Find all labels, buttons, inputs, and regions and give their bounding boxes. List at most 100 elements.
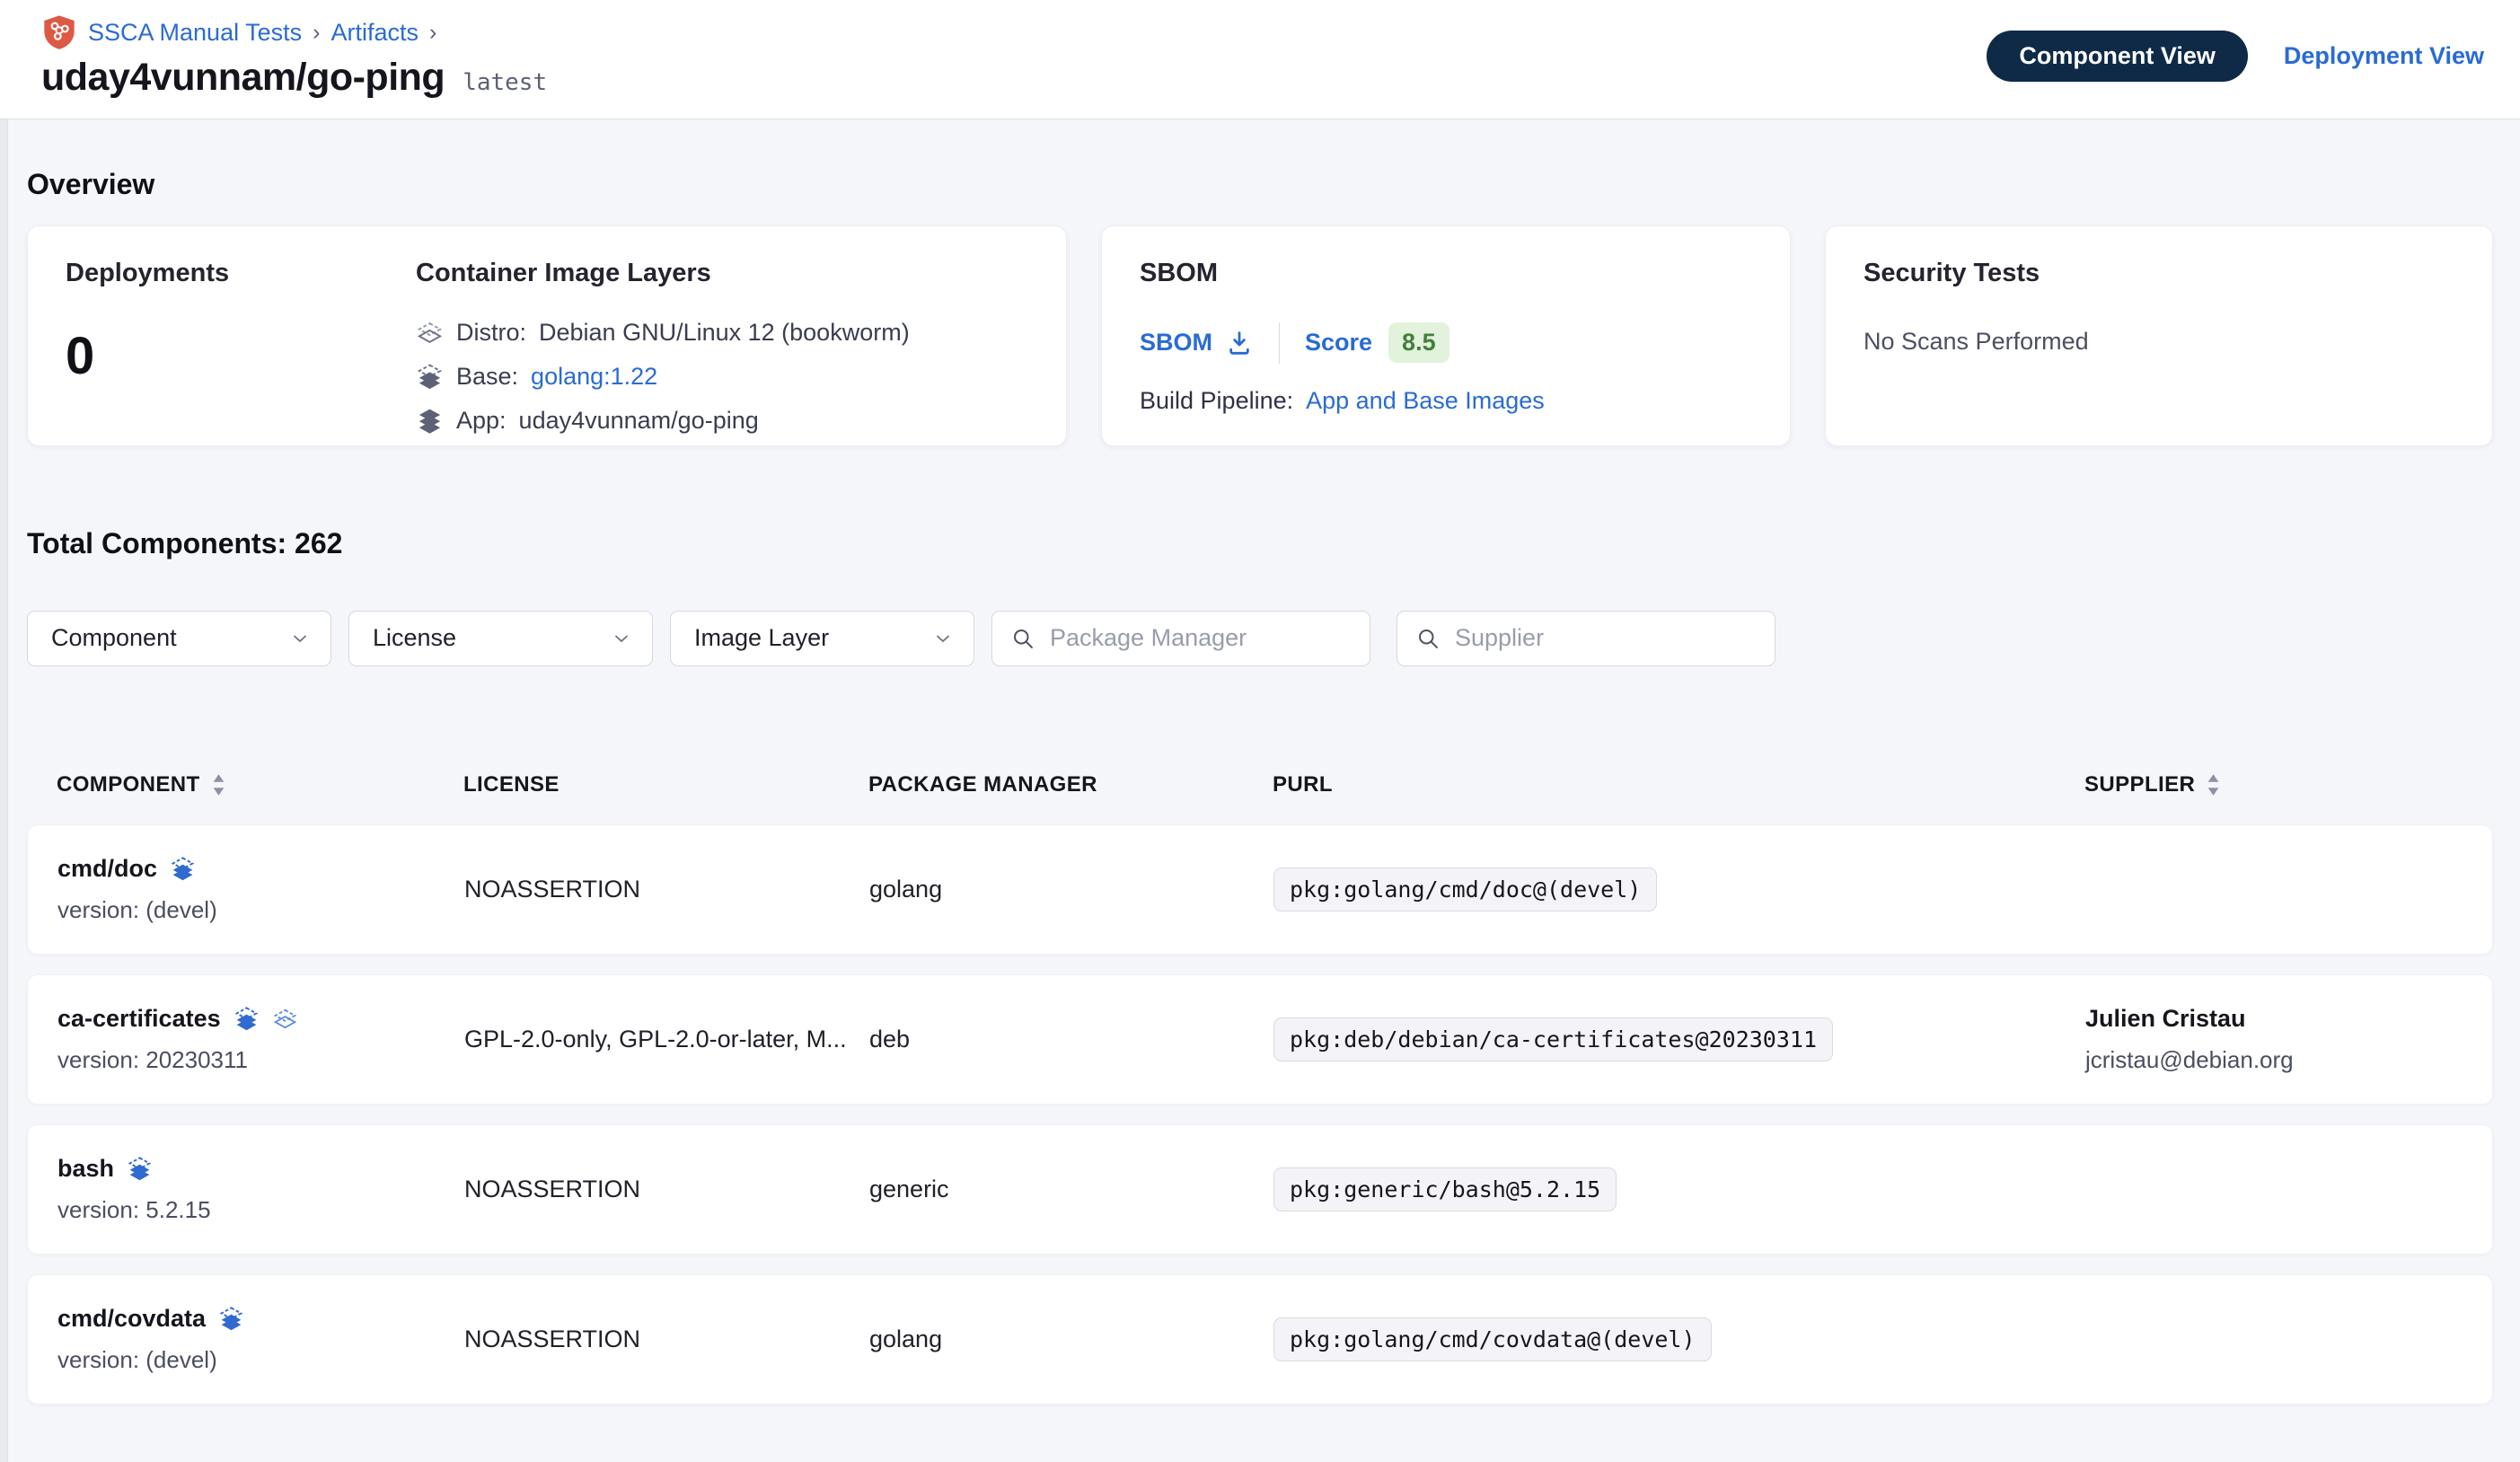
- overview-cards: Deployments 0 Container Image Layers Dis…: [27, 225, 2493, 446]
- table-row[interactable]: ca-certificates version: 20230311 GPL-2.…: [27, 974, 2493, 1105]
- container-image-layers-section: Container Image Layers Distro: Debian GN…: [416, 259, 1028, 413]
- image-layer-filter-label: Image Layer: [694, 624, 829, 652]
- sbom-score-badge: 8.5: [1388, 322, 1449, 363]
- package-manager-cell: golang: [869, 1325, 1273, 1353]
- sbom-title: SBOM: [1140, 259, 1752, 288]
- supplier-header-label: SUPPLIER: [2084, 772, 2195, 797]
- total-components-heading: Total Components: 262: [27, 527, 2493, 560]
- deployments-layers-card: Deployments 0 Container Image Layers Dis…: [27, 225, 1067, 446]
- chevron-down-icon: [289, 628, 311, 649]
- breadcrumb-artifacts-link[interactable]: Artifacts: [330, 19, 419, 47]
- component-view-button[interactable]: Component View: [1987, 31, 2248, 82]
- app-value: uday4vunnam/go-ping: [519, 407, 759, 435]
- package-manager-header-label: PACKAGE MANAGER: [868, 772, 1097, 797]
- table-row[interactable]: bash version: 5.2.15 NOASSERTION generic…: [27, 1124, 2493, 1255]
- filters-bar: Component License Image Layer: [27, 611, 2493, 666]
- supplier-cell: Julien Cristau jcristau@debian.org: [2085, 1005, 2463, 1074]
- base-layers-icon: [416, 363, 444, 391]
- overview-heading: Overview: [27, 168, 2493, 201]
- search-icon: [1010, 626, 1035, 651]
- distro-layers-dashed-icon: [416, 319, 444, 347]
- component-cell: bash version: 5.2.15: [57, 1155, 464, 1224]
- breadcrumb-separator: ›: [313, 20, 320, 46]
- app-layer-item: App: uday4vunnam/go-ping: [416, 407, 1028, 435]
- ssca-shield-icon: [41, 14, 77, 50]
- image-layer-filter-dropdown[interactable]: Image Layer: [670, 611, 974, 666]
- package-manager-cell: generic: [869, 1176, 1273, 1203]
- component-name: bash: [57, 1155, 114, 1183]
- base-layer-item: Base: golang:1.22: [416, 363, 1028, 391]
- distro-layers-outline-icon: [272, 1006, 298, 1032]
- main-content: Overview Deployments 0 Container Image L…: [0, 168, 2520, 1405]
- license-cell: GPL-2.0-only, GPL-2.0-or-later, M...: [464, 1026, 869, 1053]
- page-header: SSCA Manual Tests › Artifacts › uday4vun…: [0, 0, 2520, 119]
- table-row[interactable]: cmd/doc version: (devel) NOASSERTION gol…: [27, 824, 2493, 955]
- app-layers-icon: [233, 1006, 260, 1032]
- build-pipeline-label: Build Pipeline:: [1140, 387, 1293, 415]
- chevron-down-icon: [611, 628, 632, 649]
- components-table-body: cmd/doc version: (devel) NOASSERTION gol…: [27, 824, 2493, 1405]
- deployments-label: Deployments: [66, 259, 416, 288]
- purl-chip: pkg:deb/debian/ca-certificates@20230311: [1273, 1017, 1833, 1061]
- component-name: cmd/covdata: [57, 1305, 206, 1333]
- purl-cell: pkg:deb/debian/ca-certificates@20230311: [1273, 1017, 2085, 1061]
- component-cell: cmd/covdata version: (devel): [57, 1305, 464, 1374]
- table-row[interactable]: cmd/covdata version: (devel) NOASSERTION…: [27, 1274, 2493, 1405]
- distro-label: Distro:: [456, 319, 526, 347]
- license-filter-label: License: [373, 624, 456, 652]
- distro-layer-item: Distro: Debian GNU/Linux 12 (bookworm): [416, 319, 1028, 347]
- purl-cell: pkg:generic/bash@5.2.15: [1273, 1167, 2085, 1211]
- deployments-count: 0: [66, 326, 416, 386]
- supplier-search-input[interactable]: [1453, 623, 1757, 653]
- component-version: version: 5.2.15: [57, 1196, 464, 1224]
- component-cell: ca-certificates version: 20230311: [57, 1005, 464, 1074]
- column-header-component[interactable]: COMPONENT: [57, 772, 463, 797]
- component-name: cmd/doc: [57, 855, 157, 883]
- page-title: uday4vunnam/go-ping: [41, 57, 445, 98]
- purl-chip: pkg:generic/bash@5.2.15: [1273, 1167, 1617, 1211]
- build-pipeline-link[interactable]: App and Base Images: [1306, 387, 1545, 415]
- license-header-label: LICENSE: [463, 772, 560, 797]
- column-header-license: LICENSE: [463, 772, 868, 797]
- download-icon: [1225, 329, 1254, 357]
- column-header-package-manager: PACKAGE MANAGER: [868, 772, 1273, 797]
- purl-chip: pkg:golang/cmd/doc@(devel): [1273, 868, 1657, 912]
- component-filter-dropdown[interactable]: Component: [27, 611, 331, 666]
- container-image-layers-title: Container Image Layers: [416, 259, 1028, 288]
- distro-value: Debian GNU/Linux 12 (bookworm): [539, 319, 910, 347]
- sbom-download-label: SBOM: [1140, 329, 1212, 357]
- package-manager-search-input[interactable]: [1048, 623, 1352, 653]
- license-filter-dropdown[interactable]: License: [348, 611, 653, 666]
- app-layers-icon: [170, 856, 196, 882]
- sort-icon[interactable]: [211, 773, 226, 797]
- app-layers-icon: [127, 1156, 153, 1182]
- search-icon: [1415, 626, 1441, 651]
- build-pipeline-row: Build Pipeline: App and Base Images: [1140, 387, 1752, 415]
- security-tests-card: Security Tests No Scans Performed: [1825, 225, 2493, 446]
- component-version: version: 20230311: [57, 1046, 464, 1074]
- sort-icon[interactable]: [2206, 773, 2221, 797]
- artifact-tag: latest: [463, 69, 547, 96]
- column-header-supplier[interactable]: SUPPLIER: [2084, 772, 2463, 797]
- divider: [1279, 322, 1280, 364]
- purl-cell: pkg:golang/cmd/doc@(devel): [1273, 868, 2085, 912]
- license-cell: NOASSERTION: [464, 876, 869, 903]
- window-edge: [0, 0, 8, 1462]
- base-label: Base:: [456, 363, 518, 391]
- purl-chip: pkg:golang/cmd/covdata@(devel): [1273, 1317, 1712, 1361]
- app-label: App:: [456, 407, 507, 435]
- component-name: ca-certificates: [57, 1005, 221, 1033]
- deployment-view-link[interactable]: Deployment View: [2284, 42, 2484, 70]
- package-manager-search: [991, 611, 1370, 666]
- app-layers-icon: [416, 407, 444, 435]
- breadcrumb-project-link[interactable]: SSCA Manual Tests: [88, 19, 302, 47]
- view-toggle: Component View Deployment View: [1987, 31, 2484, 82]
- sbom-download-link[interactable]: SBOM: [1140, 329, 1254, 357]
- license-cell: NOASSERTION: [464, 1176, 869, 1203]
- component-filter-label: Component: [51, 624, 177, 652]
- chevron-down-icon: [932, 628, 954, 649]
- app-layers-icon: [218, 1306, 244, 1332]
- component-version: version: (devel): [57, 1346, 464, 1374]
- sbom-score-label: Score: [1305, 329, 1372, 357]
- base-image-link[interactable]: golang:1.22: [531, 363, 657, 391]
